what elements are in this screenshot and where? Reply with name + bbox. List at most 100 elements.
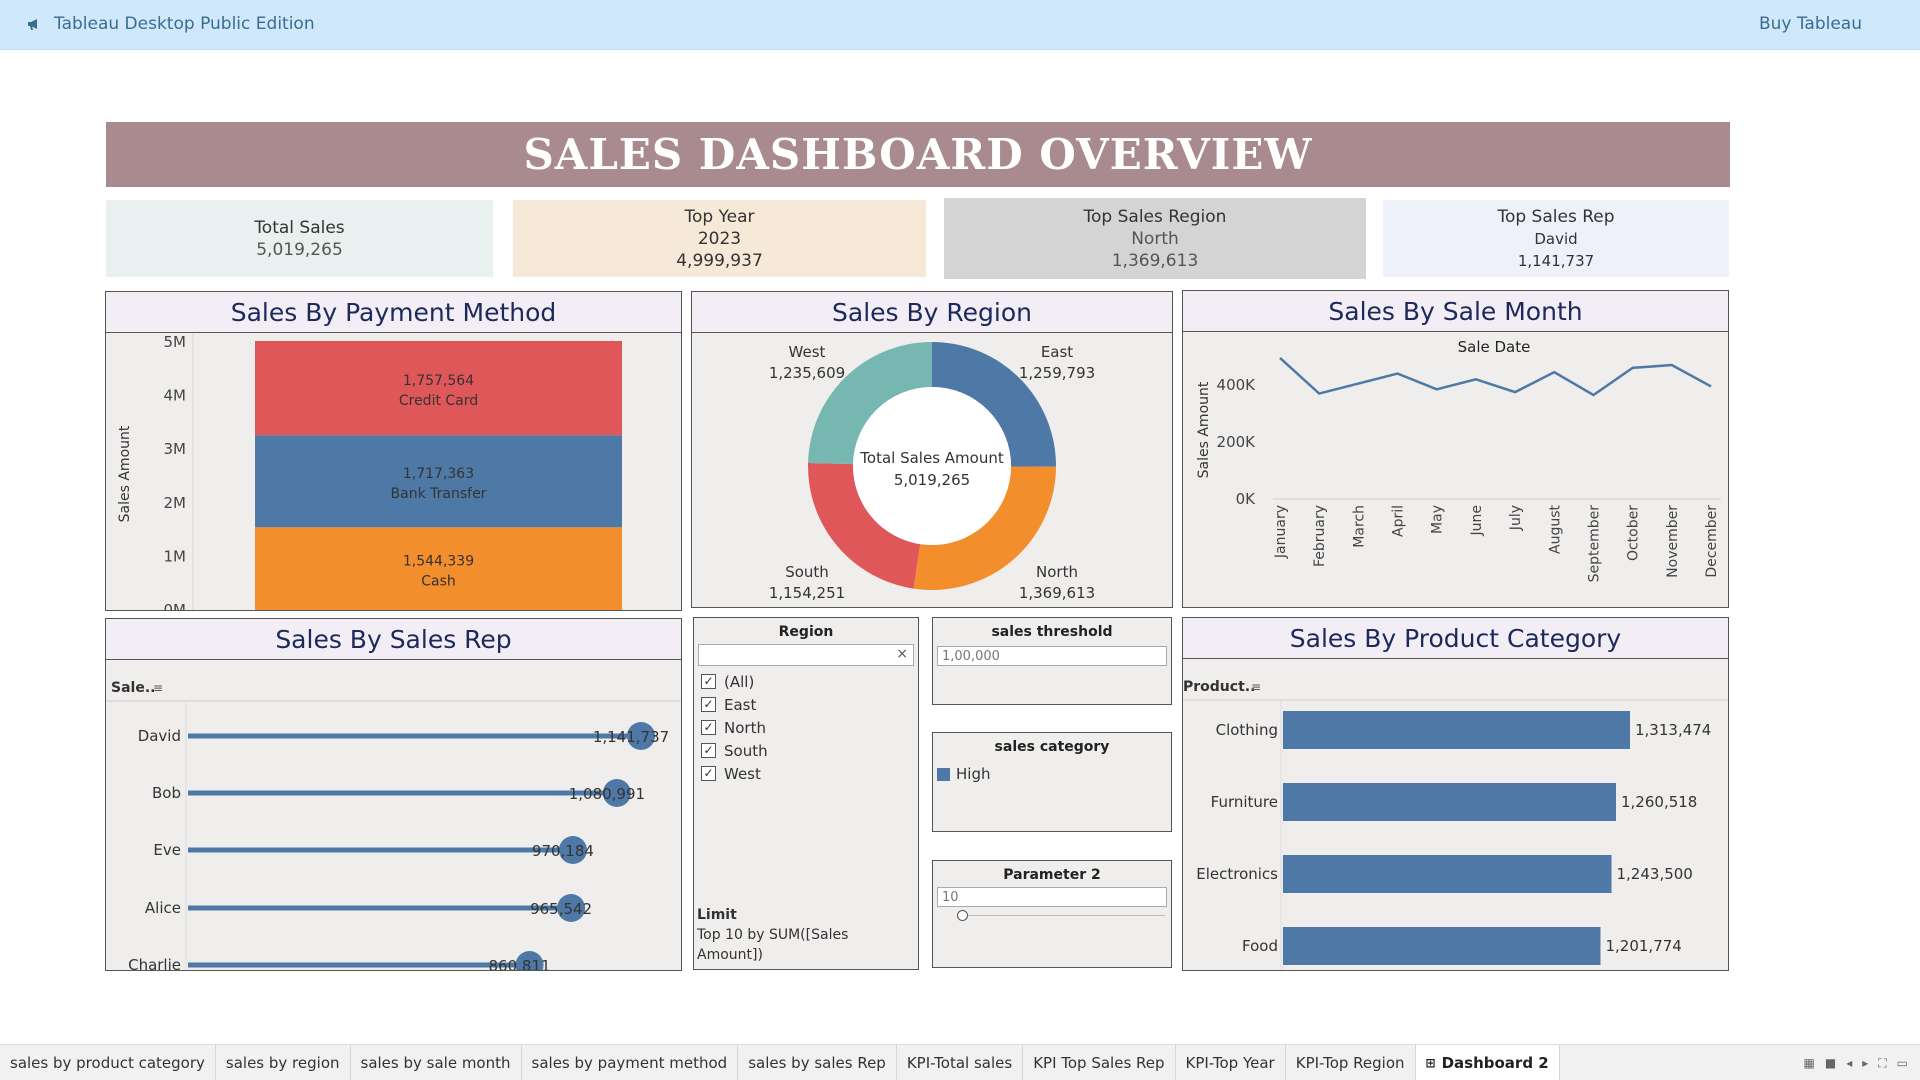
legend-item-label: High xyxy=(956,765,991,783)
x-tick-label: October xyxy=(1626,505,1642,561)
payment-method-chart[interactable]: 0M 1M 2M 3M 4M 5M Sales Amount 1,544,339 Cash 1,7… xyxy=(106,334,681,610)
checkbox-checked-icon[interactable]: ✓ xyxy=(701,766,716,781)
sheet-tab[interactable]: KPI-Top Region xyxy=(1286,1044,1416,1080)
limit-label: Limit xyxy=(697,907,737,923)
category-bar xyxy=(1283,783,1617,821)
kpi-rep: David xyxy=(1534,229,1578,248)
present-icon[interactable]: ▭ xyxy=(1897,1056,1908,1071)
region-item-north[interactable]: ✓ North xyxy=(701,716,768,739)
rep-name-label: David xyxy=(138,727,181,745)
y-tick-label: 0M xyxy=(164,601,187,610)
sheet-tab[interactable]: sales by region xyxy=(216,1044,351,1080)
product-category-bar-chart[interactable]: Product..≡ Clothing 1,313,474 Furniture 1,26… xyxy=(1183,660,1728,971)
sales-threshold-input[interactable]: 1,00,000 xyxy=(937,646,1167,666)
sale-month-line-chart[interactable]: Sale Date Sales Amount 0K 200K 400K January Fe… xyxy=(1183,333,1728,607)
region-item-all[interactable]: ✓ (All) xyxy=(701,670,768,693)
sales-category-legend: sales category High xyxy=(932,732,1172,832)
kpi-value: 1,141,737 xyxy=(1517,251,1595,270)
slice-name-label: East xyxy=(1041,343,1073,361)
category-name-label: Clothing xyxy=(1216,721,1278,739)
y-tick-label: 0K xyxy=(1236,490,1257,508)
region-search-input[interactable]: × xyxy=(698,644,914,666)
y-axis-label: Sales Amount xyxy=(1196,381,1212,478)
category-value-label: 1,243,500 xyxy=(1617,865,1693,883)
kpi-label: Top Sales Rep xyxy=(1497,206,1615,227)
region-item-west[interactable]: ✓ West xyxy=(701,762,768,785)
kpi-year: 2023 xyxy=(697,228,742,249)
checkbox-checked-icon[interactable]: ✓ xyxy=(701,697,716,712)
panel-sales-rep: Sales By Sales Rep Sale.. ≡ David 1,141,737… xyxy=(105,618,682,971)
sheet-tab[interactable]: KPI-Total sales xyxy=(897,1044,1024,1080)
kpi-top-rep[interactable]: Top Sales Rep David 1,141,737 xyxy=(1383,200,1729,277)
x-tick-label: December xyxy=(1704,505,1720,578)
checkbox-checked-icon[interactable]: ✓ xyxy=(701,743,716,758)
sort-icon: ≡ xyxy=(153,681,163,695)
sheet-tab[interactable]: KPI-Top Year xyxy=(1176,1044,1286,1080)
sheet-tab[interactable]: sales by sale month xyxy=(351,1044,522,1080)
buy-tableau-link[interactable]: Buy Tableau xyxy=(1759,14,1862,34)
rep-name-label: Eve xyxy=(153,841,181,859)
limit-text-line1: Top 10 by SUM([Sales xyxy=(697,927,849,943)
rep-name-label: Charlie xyxy=(128,956,181,971)
clear-icon[interactable]: × xyxy=(896,646,908,662)
category-name-label: Furniture xyxy=(1211,793,1278,811)
bar-category-label: Bank Transfer xyxy=(391,486,487,502)
sheet-tab-active[interactable]: ⊞ Dashboard 2 xyxy=(1415,1044,1560,1080)
dashboard-title-banner: SALES DASHBOARD OVERVIEW xyxy=(106,122,1730,187)
sort-icon: ≡ xyxy=(1251,680,1261,694)
chart-subtitle: Sale Date xyxy=(1458,338,1531,356)
parameter-2: Parameter 2 10 xyxy=(932,860,1172,968)
x-tick-label: April xyxy=(1391,505,1407,537)
region-item-label: South xyxy=(724,741,768,760)
x-tick-label: March xyxy=(1351,505,1367,548)
category-bar xyxy=(1283,855,1612,893)
kpi-top-year[interactable]: Top Year 2023 4,999,937 xyxy=(513,200,926,277)
panel-sale-month: Sales By Sale Month Sale Date Sales Amoun… xyxy=(1182,290,1729,608)
sheet-tab[interactable]: sales by sales Rep xyxy=(738,1044,897,1080)
sales-rep-lollipop-chart[interactable]: Sale..≡ David 1,141,737 Bob 1,080,991 Eve 970,… xyxy=(106,661,681,971)
x-tick-label: September xyxy=(1586,505,1602,583)
region-item-east[interactable]: ✓ East xyxy=(701,693,768,716)
region-donut-chart[interactable]: Total Sales Amount 5,019,265 East 1,259,793… xyxy=(692,334,1172,607)
y-tick-label: 3M xyxy=(164,440,187,458)
parameter-2-slider-track[interactable] xyxy=(961,915,1165,916)
prev-sheet-icon[interactable]: ◂ xyxy=(1846,1056,1852,1071)
megaphone-icon xyxy=(28,19,37,30)
checkbox-checked-icon[interactable]: ✓ xyxy=(701,674,716,689)
rep-value-label: 970,184 xyxy=(532,842,594,860)
y-tick-label: 2M xyxy=(164,494,187,512)
region-item-south[interactable]: ✓ South xyxy=(701,739,768,762)
filmstrip-icon[interactable]: ■ xyxy=(1825,1056,1836,1071)
sheet-tab-label: Dashboard 2 xyxy=(1441,1053,1549,1072)
region-item-label: (All) xyxy=(724,672,755,691)
checkbox-checked-icon[interactable]: ✓ xyxy=(701,720,716,735)
sheet-tabs: sales by product category sales by region… xyxy=(0,1044,1920,1080)
rep-name-label: Bob xyxy=(152,784,181,802)
limit-info: Limit Top 10 by SUM([Sales Amount]) xyxy=(697,905,848,965)
x-tick-label: November xyxy=(1665,505,1681,578)
app-title: Tableau Desktop Public Edition xyxy=(54,14,315,34)
panel-title: Sales By Payment Method xyxy=(106,292,681,333)
kpi-value: 1,369,613 xyxy=(1111,250,1199,271)
bar-category-label: Cash xyxy=(421,574,456,590)
sheet-tab[interactable]: sales by product category xyxy=(0,1044,216,1080)
legend-item-high[interactable]: High xyxy=(937,765,990,783)
parameter-2-input[interactable]: 10 xyxy=(937,887,1167,907)
fullscreen-icon[interactable]: ⛶ xyxy=(1878,1056,1886,1071)
sales-threshold-title: sales threshold xyxy=(991,624,1113,640)
kpi-top-region[interactable]: Top Sales Region North 1,369,613 xyxy=(944,198,1366,279)
sheet-tab[interactable]: sales by payment method xyxy=(522,1044,739,1080)
rep-value-label: 860,811 xyxy=(489,957,551,971)
sheet-tab[interactable]: KPI Top Sales Rep xyxy=(1023,1044,1176,1080)
category-value-label: 1,313,474 xyxy=(1635,721,1711,739)
category-value-label: 1,260,518 xyxy=(1621,793,1697,811)
category-name-label: Food xyxy=(1242,937,1278,955)
kpi-region: North xyxy=(1131,228,1179,249)
slider-handle-icon[interactable] xyxy=(957,910,968,921)
bar-value-label: 1,544,339 xyxy=(403,554,474,570)
kpi-total-sales[interactable]: Total Sales 5,019,265 xyxy=(106,200,493,277)
slice-value-label: 1,154,251 xyxy=(769,584,845,602)
panel-title: Sales By Product Category xyxy=(1183,618,1728,659)
grid-view-icon[interactable]: ▦ xyxy=(1804,1056,1815,1071)
next-sheet-icon[interactable]: ▸ xyxy=(1862,1056,1868,1071)
